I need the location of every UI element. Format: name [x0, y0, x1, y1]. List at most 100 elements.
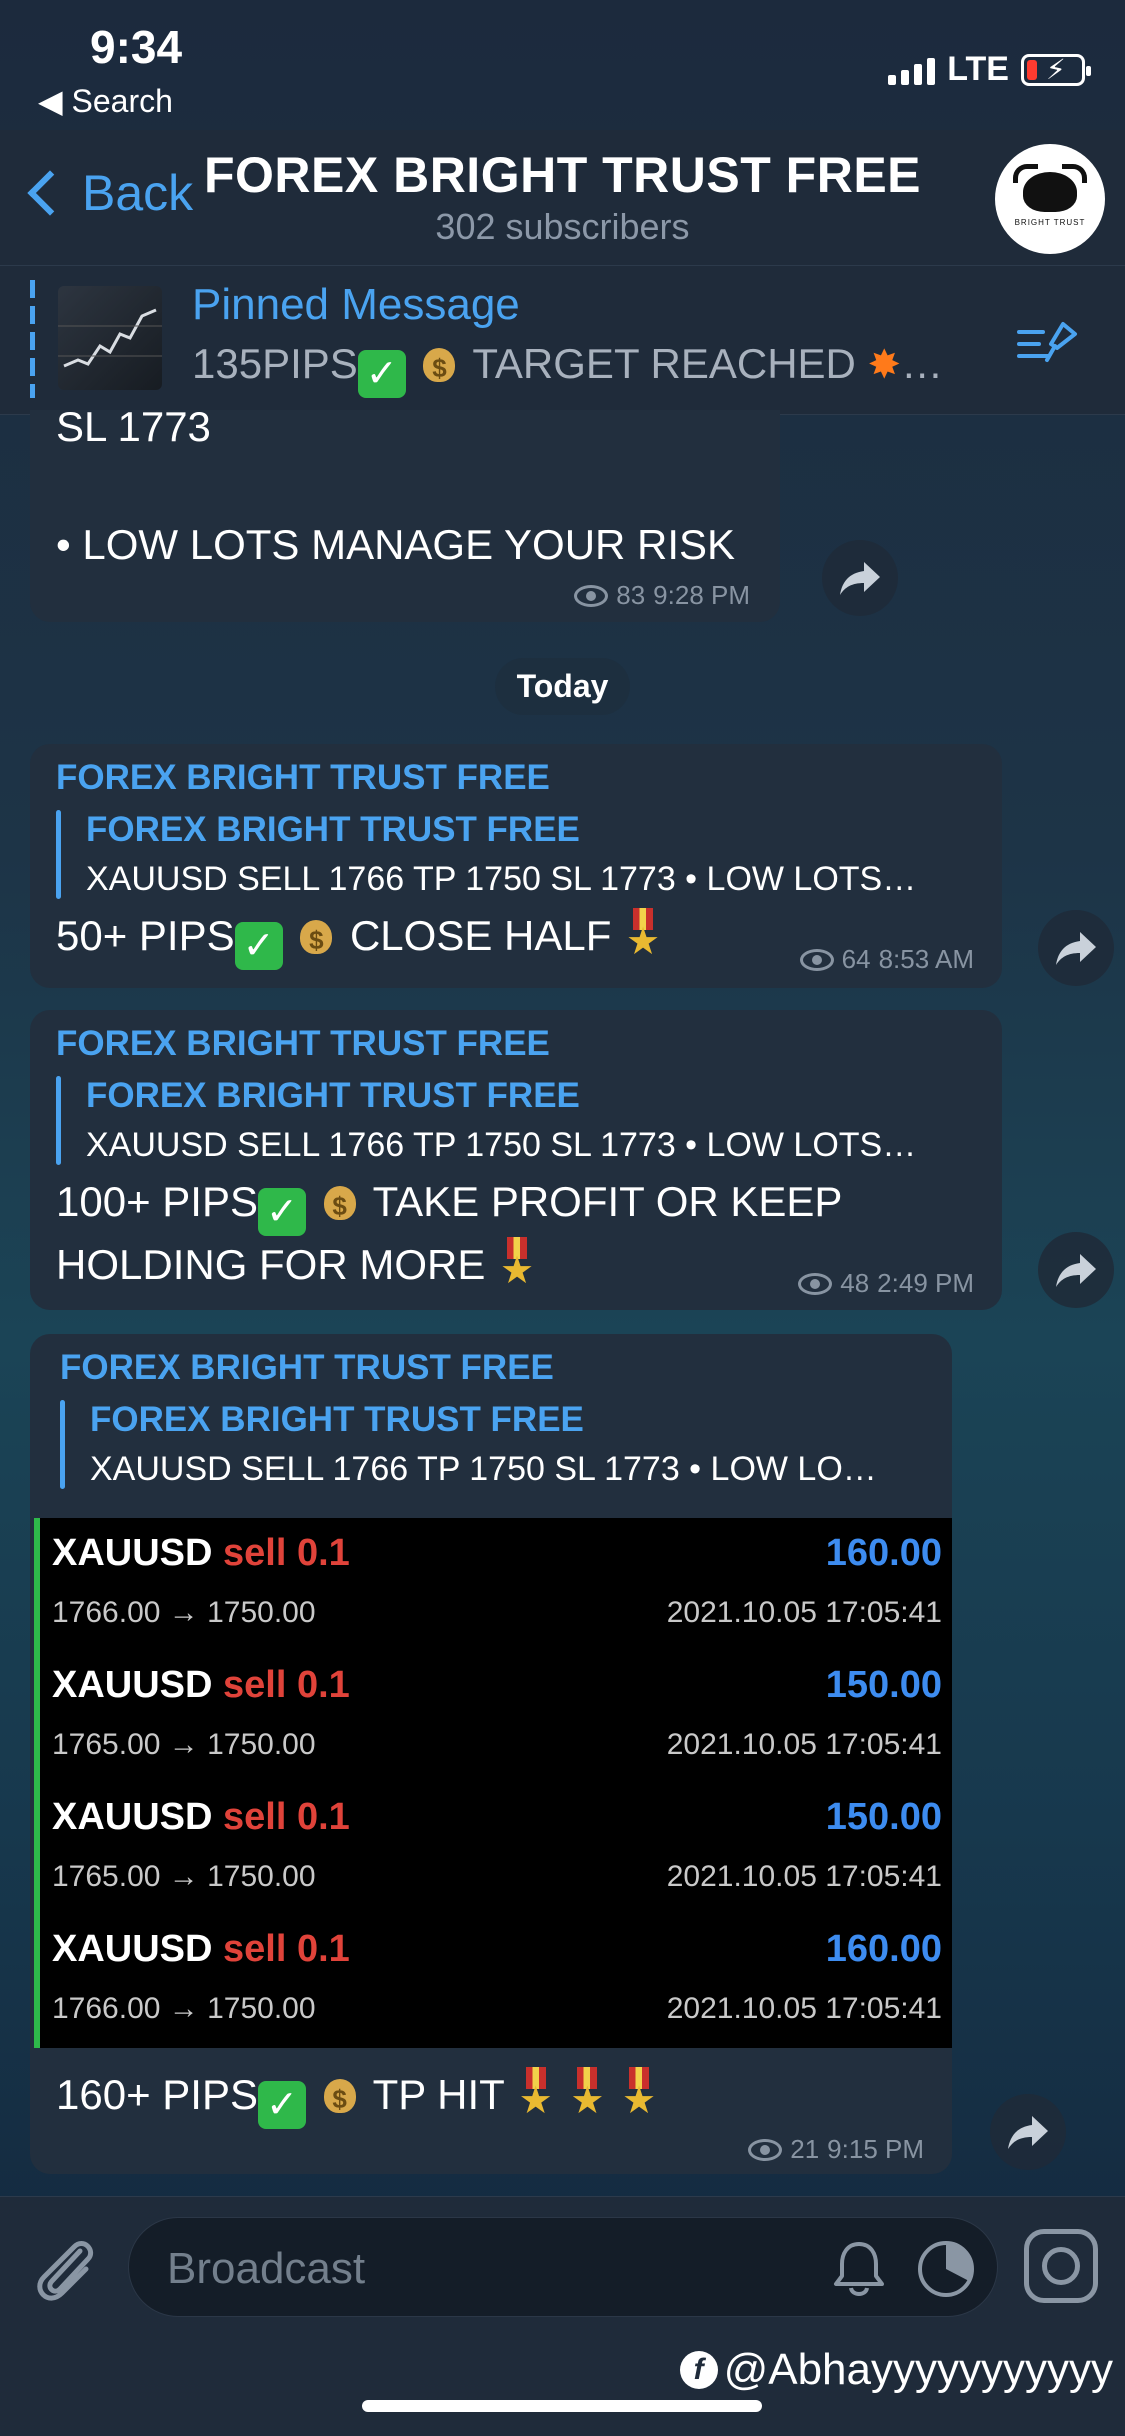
forwarded-from[interactable]: FOREX BRIGHT TRUST FREE [60, 1348, 940, 1388]
message-text-a: 50+ PIPS [56, 912, 235, 959]
trade-symbol: XAUUSD sell 0.1 [52, 1928, 350, 1971]
home-indicator[interactable] [362, 2400, 762, 2412]
chat-header: Back FOREX BRIGHT TRUST FREE 302 subscri… [0, 130, 1125, 265]
view-count: 48 [840, 1268, 870, 1298]
trade-side: sell 0.1 [223, 1532, 350, 1574]
attach-icon[interactable] [30, 2231, 98, 2307]
message-text-b: TP HIT [361, 2071, 516, 2118]
pinned-preview: 135PIPS✓ TARGET REACHED ✸… [192, 338, 943, 398]
trade-prices: 1766.00 → 1750.00 [52, 1596, 316, 1629]
view-count: 83 [616, 580, 646, 610]
trade-prices: 1765.00 → 1750.00 [52, 1860, 316, 1893]
input-placeholder: Broadcast [167, 2244, 366, 2293]
money-bag-icon [417, 338, 461, 392]
symbol-text: XAUUSD [52, 1928, 213, 1970]
trade-row: XAUUSD sell 0.1 1766.00 → 1750.00 160.00… [52, 1518, 942, 1650]
views-icon [748, 2138, 783, 2161]
reply-preview[interactable]: FOREX BRIGHT TRUST FREE XAUUSD SELL 1766… [56, 1076, 976, 1165]
trade-side: sell 0.1 [223, 1796, 350, 1838]
share-button[interactable] [822, 540, 898, 616]
trade-profit: 150.00 [825, 1796, 942, 1838]
pinned-text-b: TARGET REACHED [461, 340, 868, 387]
pinned-title: Pinned Message [192, 280, 520, 329]
view-count: 21 [790, 2134, 820, 2164]
trade-profit: 160.00 [825, 1928, 942, 1970]
trade-row: XAUUSD sell 0.1 1765.00 → 1750.00 150.00… [52, 1782, 942, 1914]
battery-icon: ⚡ [1021, 53, 1091, 86]
views-icon [798, 1272, 833, 1295]
share-arrow-icon [1056, 932, 1096, 965]
share-button[interactable] [990, 2094, 1066, 2170]
military-medal-icon [567, 2067, 607, 2121]
message-meta: 83 9:28 PM [574, 580, 750, 611]
date-label: Today [494, 658, 631, 715]
share-button[interactable] [1038, 910, 1114, 986]
trade-row: XAUUSD sell 0.1 1765.00 → 1750.00 150.00… [52, 1650, 942, 1782]
views-icon [799, 948, 834, 971]
money-bag-icon [318, 1176, 362, 1230]
forwarded-from[interactable]: FOREX BRIGHT TRUST FREE [56, 758, 976, 798]
check-mark-icon: ✓ [257, 2081, 306, 2129]
military-medal-icon [623, 908, 663, 962]
message-bubble-previous[interactable]: SL 1773 • LOW LOTS MANAGE YOUR RISK 83 9… [30, 410, 780, 622]
pinned-thumbnail [58, 286, 162, 390]
share-arrow-icon [840, 562, 880, 595]
bell-icon[interactable] [829, 2238, 889, 2300]
reply-preview[interactable]: FOREX BRIGHT TRUST FREE XAUUSD SELL 1766… [56, 810, 976, 899]
pinned-ellipsis: … [901, 340, 944, 387]
message-text-c: HOLDING FOR MORE [56, 1241, 498, 1288]
camera-icon[interactable] [1024, 2229, 1098, 2303]
share-arrow-icon [1056, 1254, 1096, 1287]
symbol-text: XAUUSD [52, 1796, 213, 1838]
money-bag-icon [294, 910, 338, 964]
message-time: 8:53 AM [878, 944, 974, 974]
message-meta: 64 8:53 AM [799, 944, 974, 975]
message-bubble[interactable]: FOREX BRIGHT TRUST FREE FOREX BRIGHT TRU… [30, 744, 1002, 988]
share-button[interactable] [1038, 1232, 1114, 1308]
channel-title[interactable]: FOREX BRIGHT TRUST FREE [0, 146, 1125, 204]
reply-author: FOREX BRIGHT TRUST FREE [86, 810, 580, 849]
reply-text: XAUUSD SELL 1766 TP 1750 SL 1773 • LOW L… [86, 1126, 917, 1164]
collision-icon: ✸ [867, 343, 902, 387]
watermark: f @Abhayyyyyyyyyyy [679, 2345, 1113, 2395]
forwarded-from[interactable]: FOREX BRIGHT TRUST FREE [56, 1024, 976, 1064]
message-line: • LOW LOTS MANAGE YOUR RISK [56, 521, 736, 568]
broadcast-input[interactable]: Broadcast [128, 2217, 998, 2317]
message-time: 9:28 PM [653, 580, 750, 610]
message-text-b: CLOSE HALF [338, 912, 624, 959]
watermark-logo-icon: f [679, 2351, 718, 2389]
military-medal-icon [619, 2067, 659, 2121]
bull-logo-icon [1013, 163, 1087, 212]
trade-screenshot[interactable]: XAUUSD sell 0.1 1766.00 → 1750.00 160.00… [34, 1518, 952, 2048]
trade-datetime: 2021.10.05 17:05:41 [666, 1596, 942, 1629]
trade-side: sell 0.1 [223, 1664, 350, 1706]
reply-author: FOREX BRIGHT TRUST FREE [90, 1400, 584, 1439]
view-count: 64 [841, 944, 871, 974]
message-meta: 48 2:49 PM [798, 1268, 974, 1299]
share-arrow-icon [1008, 2116, 1048, 2149]
message-line: SL 1773 [56, 410, 211, 450]
pinned-list-icon[interactable] [1015, 314, 1079, 370]
signal-icon [888, 55, 936, 85]
check-mark-icon: ✓ [357, 350, 406, 398]
trade-datetime: 2021.10.05 17:05:41 [666, 1992, 942, 2025]
message-text-a: 160+ PIPS [56, 2071, 258, 2118]
reply-preview[interactable]: FOREX BRIGHT TRUST FREE XAUUSD SELL 1766… [60, 1400, 940, 1489]
pinned-message-bar[interactable]: Pinned Message 135PIPS✓ TARGET REACHED ✸… [0, 265, 1125, 415]
reply-author: FOREX BRIGHT TRUST FREE [86, 1076, 580, 1115]
symbol-text: XAUUSD [52, 1664, 213, 1706]
subscriber-count: 302 subscribers [435, 206, 690, 247]
channel-avatar[interactable]: BRIGHT TRUST [995, 144, 1105, 254]
message-bubble[interactable]: FOREX BRIGHT TRUST FREE FOREX BRIGHT TRU… [30, 1010, 1002, 1310]
back-to-app-link[interactable]: ◀ Search [38, 82, 173, 120]
trade-datetime: 2021.10.05 17:05:41 [666, 1860, 942, 1893]
message-text: 160+ PIPS✓ TP HIT [56, 2066, 659, 2129]
timer-icon[interactable] [915, 2238, 977, 2300]
symbol-text: XAUUSD [52, 1532, 213, 1574]
trade-prices: 1766.00 → 1750.00 [52, 1992, 316, 2025]
money-bag-icon [318, 2069, 362, 2123]
trade-profit: 150.00 [825, 1664, 942, 1706]
trade-profit: 160.00 [825, 1532, 942, 1574]
message-text-a: 100+ PIPS [56, 1178, 258, 1225]
message-bubble-with-image[interactable]: FOREX BRIGHT TRUST FREE FOREX BRIGHT TRU… [30, 1334, 952, 2174]
